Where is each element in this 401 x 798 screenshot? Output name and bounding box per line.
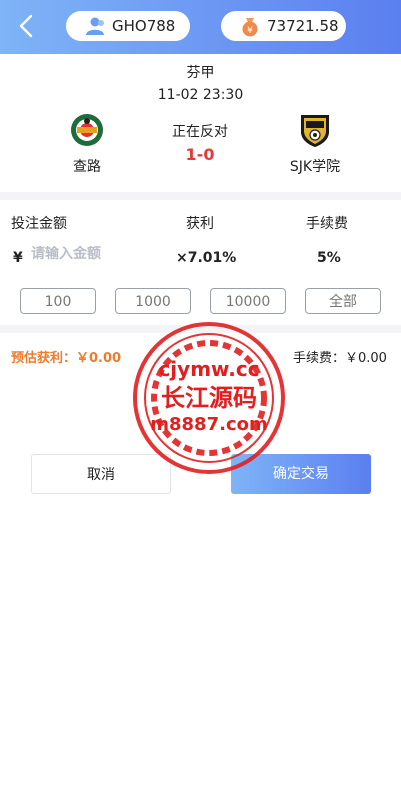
league-name: 芬甲 <box>186 65 215 81</box>
amount-label: 投注金额 <box>11 216 67 232</box>
profit-label: 获利 <box>186 216 214 232</box>
balance-pill[interactable]: ¥ 73721.58 <box>221 11 346 41</box>
user-pill[interactable]: GHO788 <box>66 11 190 41</box>
home-team-logo-icon <box>69 112 105 148</box>
profit-rate: ×7.01% <box>176 250 237 266</box>
watermark-line-3: m8887.com <box>150 414 267 435</box>
away-team-name: SJK学院 <box>289 159 341 175</box>
cancel-button[interactable]: 取消 <box>31 454 171 494</box>
back-arrow-icon <box>19 14 33 38</box>
watermark-line-2: 长江源码 <box>161 384 257 412</box>
quick-amount-all-button[interactable]: 全部 <box>305 288 381 314</box>
back-button[interactable] <box>14 12 38 40</box>
away-team: SJK学院 <box>255 112 375 176</box>
balance-value: 73721.58 <box>267 17 339 35</box>
estimated-profit: 预估获利：￥0.00 <box>11 351 122 366</box>
user-icon <box>84 15 106 37</box>
match-status: 正在反对 <box>172 124 228 140</box>
amount-input[interactable] <box>31 246 131 262</box>
away-team-logo-icon <box>297 112 333 148</box>
svg-text:¥: ¥ <box>247 26 253 36</box>
quick-amount-1000-button[interactable]: 1000 <box>115 288 191 314</box>
fee-rate: 5% <box>317 250 341 266</box>
section-divider <box>0 192 401 200</box>
estimated-fee: 手续费：￥0.00 <box>293 351 387 366</box>
top-header: GHO788 ¥ 73721.58 <box>0 0 401 54</box>
money-bag-icon: ¥ <box>239 15 261 37</box>
match-panel: 芬甲 11-02 23:30 查路 正在反对 1-0 SJK学院 <box>0 54 401 192</box>
section-divider-2 <box>0 325 401 333</box>
username: GHO788 <box>112 17 176 35</box>
match-score: 1-0 <box>185 145 215 164</box>
quick-amount-10000-button[interactable]: 10000 <box>210 288 286 314</box>
home-team: 查路 <box>27 112 147 176</box>
currency-symbol: ¥ <box>13 250 23 266</box>
confirm-trade-button[interactable]: 确定交易 <box>231 454 371 494</box>
watermark-line-1: cjymw.cc <box>158 357 259 381</box>
fee-label: 手续费 <box>306 216 348 232</box>
home-team-name: 查路 <box>73 159 101 175</box>
quick-amount-100-button[interactable]: 100 <box>20 288 96 314</box>
match-time: 11-02 23:30 <box>157 87 244 103</box>
